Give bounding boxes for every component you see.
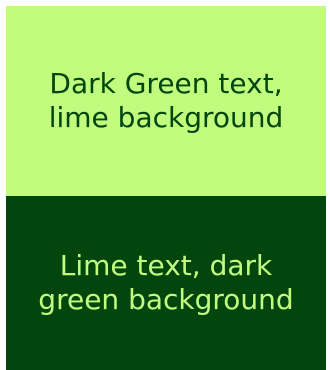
dark-green-background-swatch: Lime text, dark green background: [6, 196, 326, 370]
lime-text-label: Lime text, dark green background: [38, 249, 294, 316]
color-swatch-stack: Dark Green text, lime background Lime te…: [6, 6, 326, 370]
lime-background-swatch: Dark Green text, lime background: [6, 6, 326, 196]
dark-green-text-label: Dark Green text, lime background: [48, 67, 284, 134]
